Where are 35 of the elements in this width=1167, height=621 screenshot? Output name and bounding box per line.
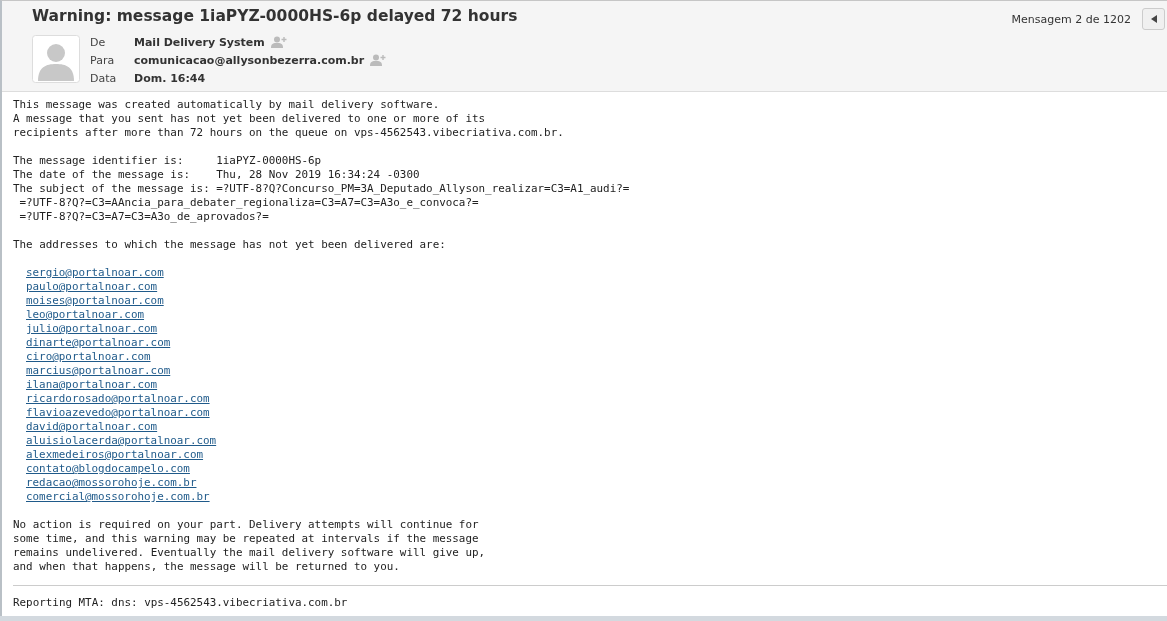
email-link[interactable]: comercial@mossorohoje.com.br [26, 490, 210, 504]
field-value: Mail Delivery System [134, 35, 265, 49]
email-link[interactable]: dinarte@portalnoar.com [26, 336, 171, 350]
email-link[interactable]: julio@portalnoar.com [26, 322, 158, 336]
email-link[interactable]: redacao@mossorohoje.com.br [26, 476, 197, 490]
email-link[interactable]: leo@portalnoar.com [26, 308, 145, 322]
message-paragraph: Reporting MTA: dns: vps-4562543.vibecriativa.com.br [13, 596, 349, 610]
add-contact-icon[interactable] [270, 36, 287, 48]
email-link[interactable]: alexmedeiros@portalnoar.com [26, 448, 204, 462]
message-counter: Mensagem 2 de 1202 [1011, 12, 1131, 26]
left-triangle-icon [1150, 15, 1157, 23]
field-label: Para [90, 53, 116, 67]
email-link[interactable]: contato@blogdocampelo.com [26, 462, 190, 476]
email-link[interactable]: ilana@portalnoar.com [26, 378, 158, 392]
email-link[interactable]: paulo@portalnoar.com [26, 280, 158, 294]
avatar-silhouette-icon [32, 35, 80, 83]
email-link[interactable]: marcius@portalnoar.com [26, 364, 171, 378]
email-link[interactable]: aluisiolacerda@portalnoar.com [26, 434, 217, 448]
email-link[interactable]: sergio@portalnoar.com [26, 266, 164, 280]
add-contact-icon[interactable] [370, 54, 387, 66]
field-value: comunicacao@allysonbezerra.com.br [134, 53, 365, 67]
email-link[interactable]: flavioazevedo@portalnoar.com [26, 406, 210, 420]
message-paragraph: This message was created automatically by mail delivery software. A message that you sent has not yet been delivered to one or more of its recipients after more than 72 hours on the queue on vps-4562543.vibecriativa.com.br. [13, 98, 565, 140]
message-subject: Warning: message 1iaPYZ-0000HS-6p delayed 72 hours [32, 6, 518, 26]
message-paragraph: The message identifier is: 1iaPYZ-0000HS-6p The date of the message is: Thu, 28 Nov 2019 16:34:24 -0300 The subject of the message is: =?UTF-8?Q?Concurso_PM=3A_Deputado_Allyson_realizar=C3=A1_audi?= =?UTF-8?Q?=C3=AAncia_para_debater_regionaliza=C3=A7=C3=A3o_e_convoca?= =?UTF-8?Q?=C3=A7=C3=A3o_de_aprovados?= [13, 154, 631, 224]
email-link[interactable]: ciro@portalnoar.com [26, 350, 151, 364]
email-link[interactable]: david@portalnoar.com [26, 420, 158, 434]
message-paragraph: The addresses to which the message has not yet been delivered are: [13, 238, 447, 252]
previous-button[interactable] [1142, 8, 1165, 30]
field-value: Dom. 16:44 [134, 71, 206, 85]
message-paragraph: No action is required on your part. Delivery attempts will continue for some time, and this warning may be repeated at intervals if the message remains undelivered. Eventually the mail delivery software will give up, and when that happens, the message will be returned to you. [13, 518, 487, 574]
email-link[interactable]: ricardorosado@portalnoar.com [26, 392, 210, 406]
field-label: De [90, 35, 107, 49]
field-label: Data [90, 71, 118, 85]
email-link[interactable]: moises@portalnoar.com [26, 294, 164, 308]
